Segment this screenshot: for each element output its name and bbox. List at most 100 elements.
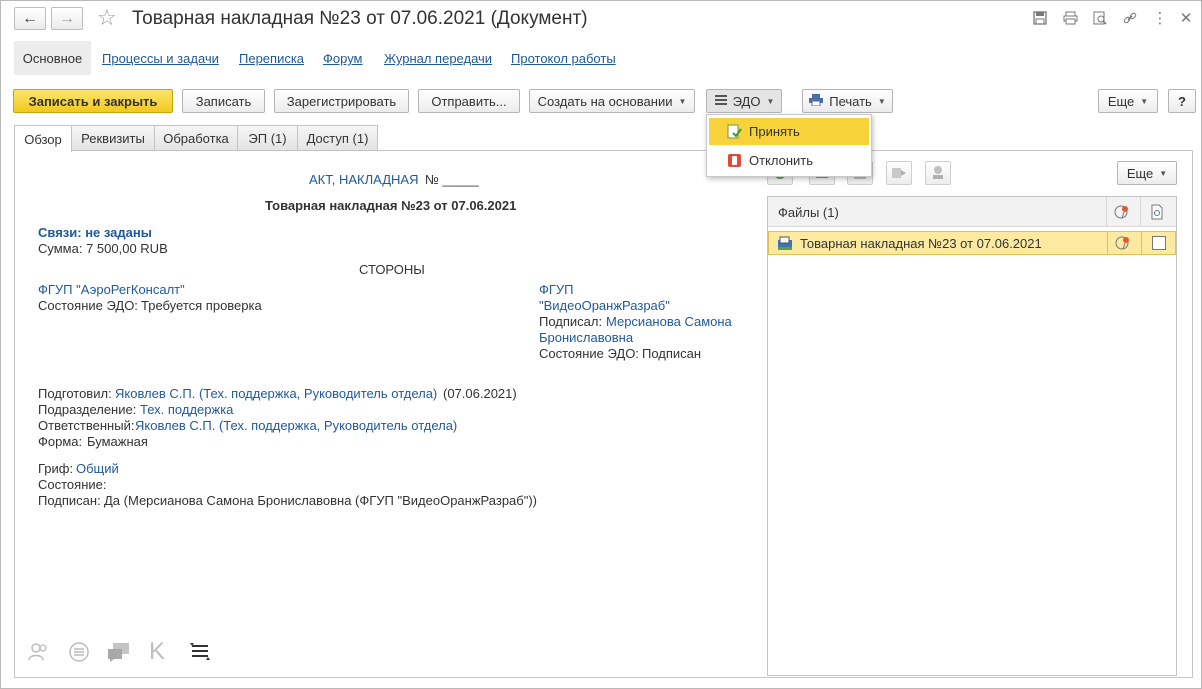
section-link-forum[interactable]: Форум	[323, 51, 363, 66]
discussion-icon[interactable]	[106, 639, 132, 665]
division-value[interactable]: Тех. поддержка	[140, 402, 233, 417]
signed-label: Подписан:	[38, 493, 101, 508]
tab-processing[interactable]: Обработка	[154, 125, 238, 151]
favorite-star-icon[interactable]: ☆	[97, 5, 117, 31]
k-letter-icon[interactable]: K	[144, 638, 170, 665]
help-button[interactable]: ?	[1168, 89, 1196, 113]
grid-divider	[1140, 197, 1141, 227]
grif-label: Гриф:	[38, 461, 74, 476]
more-menu-button[interactable]: Еще ▼	[1098, 89, 1158, 113]
doc-title: Товарная накладная №23 от 07.06.2021	[265, 198, 517, 213]
responsible-value[interactable]: Яковлев С.П. (Тех. поддержка, Руководите…	[135, 418, 457, 433]
responsible-label: Ответственный:	[38, 418, 135, 433]
edo-reject-item[interactable]: Отклонить	[709, 147, 869, 174]
files-grid: Файлы (1) Товарная накладная №23 от 07.0…	[767, 196, 1177, 676]
accept-document-icon	[727, 124, 742, 142]
signature-column-icon	[1114, 204, 1130, 223]
section-link-correspondence[interactable]: Переписка	[239, 51, 304, 66]
create-based-on-button[interactable]: Создать на основании ▼	[529, 89, 695, 113]
prepared-label: Подготовил:	[38, 386, 112, 401]
chevron-down-icon: ▼	[1159, 168, 1168, 178]
party-right-name-line2[interactable]: "ВидеоОранжРазраб"	[539, 298, 670, 313]
edo-dropdown-menu: Принять Отклонить	[706, 114, 872, 177]
print-label: Печать	[829, 93, 872, 109]
links-label[interactable]: Связи: не заданы	[38, 225, 152, 240]
party-right-name-line1[interactable]: ФГУП	[539, 282, 574, 297]
back-button[interactable]: ←	[14, 7, 46, 30]
form-label: Форма:	[38, 434, 83, 449]
close-icon[interactable]: ✕	[1178, 10, 1194, 27]
party-right-signer-line2[interactable]: Брониславовна	[539, 330, 633, 345]
section-link-work-log[interactable]: Протокол работы	[511, 51, 616, 66]
files-grid-header: Файлы (1)	[768, 197, 1176, 227]
save-and-close-button[interactable]: Записать и закрыть	[13, 89, 173, 113]
file-edit-icon[interactable]	[886, 161, 912, 185]
chevron-down-icon: ▼	[678, 96, 687, 106]
edo-accept-label: Принять	[749, 124, 800, 139]
file-type-icon	[777, 236, 793, 255]
print-icon[interactable]	[1062, 10, 1078, 26]
grif-value[interactable]: Общий	[76, 461, 119, 476]
tab-signatures[interactable]: ЭП (1)	[237, 125, 298, 151]
edo-menu-button[interactable]: ЭДО ▼	[706, 89, 782, 113]
files-header-label: Файлы (1)	[778, 205, 839, 220]
reject-hand-icon	[727, 153, 742, 171]
save-disk-icon[interactable]	[1032, 10, 1048, 26]
grid-divider	[1106, 197, 1107, 227]
edo-accept-item[interactable]: Принять	[709, 118, 869, 145]
doc-type-link[interactable]: АКТ, НАКЛАДНАЯ	[309, 172, 418, 187]
grid-divider	[1107, 232, 1108, 254]
preview-icon[interactable]	[1092, 10, 1108, 26]
file-name: Товарная накладная №23 от 07.06.2021	[800, 236, 1042, 251]
print-menu-button[interactable]: Печать ▼	[802, 89, 893, 113]
register-button[interactable]: Зарегистрировать	[274, 89, 409, 113]
division-label: Подразделение:	[38, 402, 137, 417]
doc-number-label: № _____	[425, 172, 479, 187]
section-main[interactable]: Основное	[14, 41, 91, 75]
tab-access[interactable]: Доступ (1)	[297, 125, 378, 151]
party-left-edo-value: Требуется проверка	[141, 298, 262, 313]
files-more-button[interactable]: Еще ▼	[1117, 161, 1177, 185]
file-stamp-icon[interactable]	[925, 161, 951, 185]
chevron-down-icon: ▼	[877, 96, 886, 106]
create-based-on-label: Создать на основании	[537, 93, 673, 109]
edo-label: ЭДО	[732, 93, 761, 109]
edo-bottom-icon[interactable]	[187, 639, 213, 665]
prepared-value[interactable]: Яковлев С.П. (Тех. поддержка, Руководите…	[115, 386, 437, 401]
window-title: Товарная накладная №23 от 07.06.2021 (До…	[132, 8, 588, 29]
printer-icon	[809, 93, 824, 109]
send-button[interactable]: Отправить...	[418, 89, 520, 113]
chevron-down-icon: ▼	[1140, 96, 1149, 106]
prepared-date: (07.06.2021)	[443, 386, 517, 401]
arrow-right-icon: →	[59, 9, 75, 27]
list-circle-icon[interactable]	[66, 639, 92, 665]
section-link-processes[interactable]: Процессы и задачи	[102, 51, 219, 66]
tab-requisites[interactable]: Реквизиты	[71, 125, 155, 151]
save-button[interactable]: Записать	[182, 89, 265, 113]
grid-divider	[1141, 232, 1142, 254]
edo-reject-label: Отклонить	[749, 153, 814, 168]
files-more-label: Еще	[1126, 165, 1154, 181]
party-right-signed-label: Подписал:	[539, 314, 603, 329]
chevron-down-icon: ▼	[766, 96, 775, 106]
participants-icon[interactable]	[26, 639, 52, 665]
parties-heading: СТОРОНЫ	[359, 262, 425, 277]
state-label: Состояние:	[38, 477, 107, 492]
file-checkbox[interactable]	[1152, 236, 1166, 250]
document-column-icon	[1150, 204, 1164, 223]
amount-value: Сумма: 7 500,00 RUB	[38, 241, 168, 256]
form-value: Бумажная	[87, 434, 148, 449]
file-signature-icon	[1115, 235, 1131, 254]
signed-value: Да (Мерсианова Самона Брониславовна (ФГУ…	[104, 493, 537, 508]
party-right-signer-line1[interactable]: Мерсианова Самона	[606, 314, 732, 329]
party-right-edo-label: Состояние ЭДО:	[539, 346, 639, 361]
arrow-left-icon: ←	[22, 9, 38, 27]
file-row[interactable]: Товарная накладная №23 от 07.06.2021	[768, 231, 1176, 255]
tab-overview[interactable]: Обзор	[14, 125, 72, 152]
party-left-edo-label: Состояние ЭДО:	[38, 298, 138, 313]
more-vertical-icon[interactable]: ⋮	[1152, 10, 1168, 27]
section-link-transfer-log[interactable]: Журнал передачи	[384, 51, 492, 66]
link-icon[interactable]	[1122, 10, 1138, 26]
forward-button[interactable]: →	[51, 7, 83, 30]
party-left-name[interactable]: ФГУП "АэроРегКонсалт"	[38, 282, 185, 297]
